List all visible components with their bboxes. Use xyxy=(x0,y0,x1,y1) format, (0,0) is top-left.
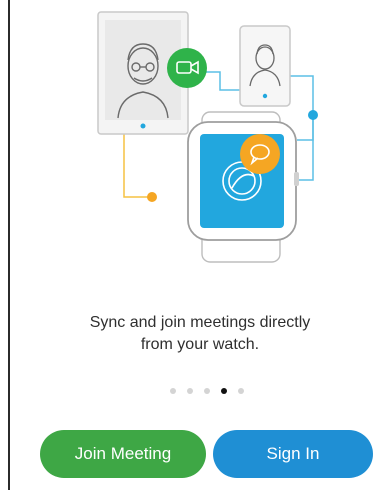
page-dot-2[interactable] xyxy=(187,388,193,394)
sync-illustration xyxy=(97,11,318,263)
tagline-line-1: Sync and join meetings directly xyxy=(89,314,311,331)
page-dot-4-active[interactable] xyxy=(221,388,227,394)
onboarding-tagline: Sync and join meetings directly from you… xyxy=(40,312,360,356)
connector-node-blue xyxy=(308,110,318,120)
screen-edge xyxy=(8,0,10,490)
chat-badge xyxy=(240,134,280,174)
connector-node-yellow xyxy=(147,192,157,202)
page-indicator[interactable] xyxy=(12,388,390,394)
page-dot-3[interactable] xyxy=(204,388,210,394)
smartwatch xyxy=(187,111,299,263)
join-meeting-button[interactable]: Join Meeting xyxy=(40,430,206,478)
tagline-line-2: from your watch. xyxy=(140,336,260,353)
page-dot-5[interactable] xyxy=(238,388,244,394)
person-card-right xyxy=(239,25,291,107)
sign-in-button[interactable]: Sign In xyxy=(213,430,373,478)
video-badge xyxy=(167,48,207,88)
page-dot-1[interactable] xyxy=(170,388,176,394)
